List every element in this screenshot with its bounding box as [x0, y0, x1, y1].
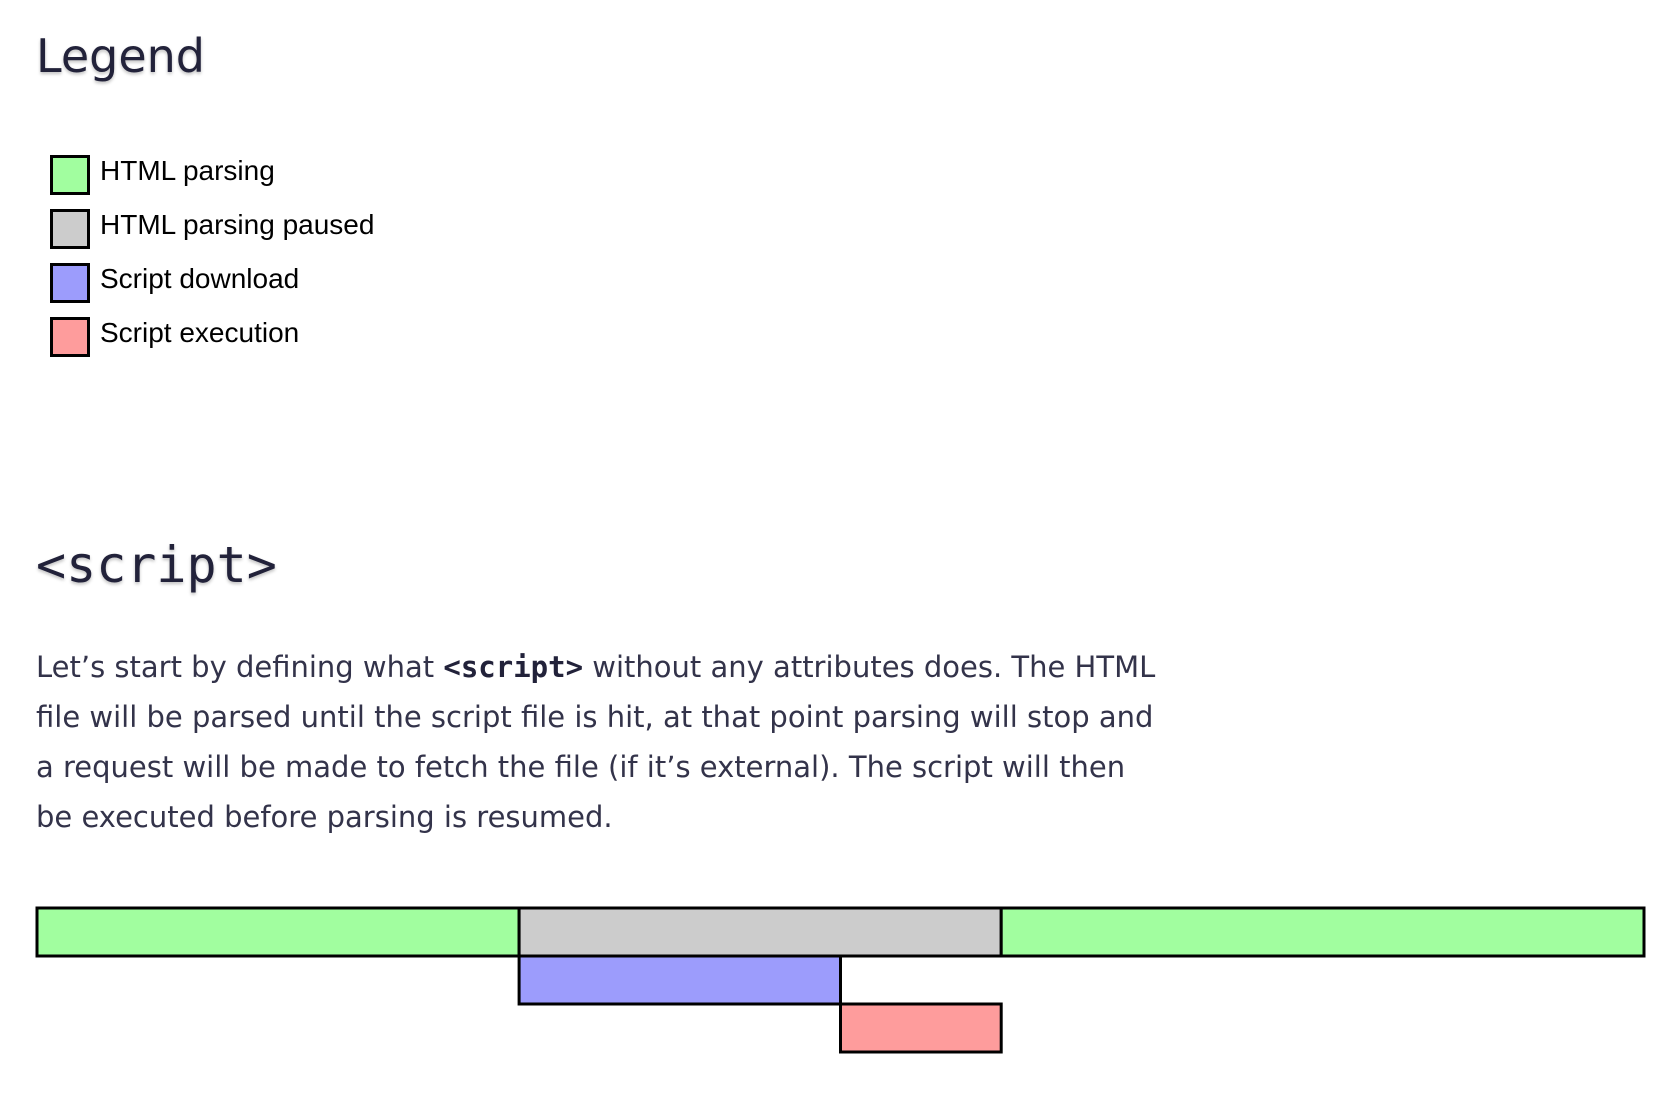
legend-list: HTML parsing HTML parsing paused Script …	[50, 148, 374, 364]
legend-item-html-parsing: HTML parsing	[50, 148, 374, 202]
timeline-segment-script-execution-4	[839, 1002, 1003, 1054]
legend-label-script-execution: Script execution	[100, 317, 300, 348]
timeline-segment-script-download-3	[517, 954, 842, 1006]
section-paragraph: Let’s start by defining what <script> wi…	[36, 642, 1156, 842]
legend-title: Legend	[36, 29, 205, 83]
timeline-segment-html-parsing-paused-1	[517, 906, 1003, 958]
timeline-segment-html-parsing-0	[35, 906, 521, 958]
legend-item-script-download: Script download	[50, 256, 374, 310]
paragraph-text-before: Let’s start by defining what	[36, 650, 444, 684]
legend-item-script-execution: Script execution	[50, 310, 374, 364]
legend-label-script-download: Script download	[100, 263, 300, 294]
timeline-segment-html-parsing-2	[999, 906, 1646, 958]
legend-swatch-script-execution	[50, 317, 90, 357]
paragraph-inline-code: <script>	[443, 650, 584, 684]
legend-swatch-script-download	[50, 263, 90, 303]
legend-label-html-parsing: HTML parsing	[100, 155, 275, 186]
legend-swatch-html-parsing	[50, 155, 90, 195]
legend-item-html-parsing-paused: HTML parsing paused	[50, 202, 374, 256]
section-title: <script>	[36, 536, 277, 594]
legend-swatch-html-parsing-paused	[50, 209, 90, 249]
legend-label-html-parsing-paused: HTML parsing paused	[100, 209, 375, 240]
